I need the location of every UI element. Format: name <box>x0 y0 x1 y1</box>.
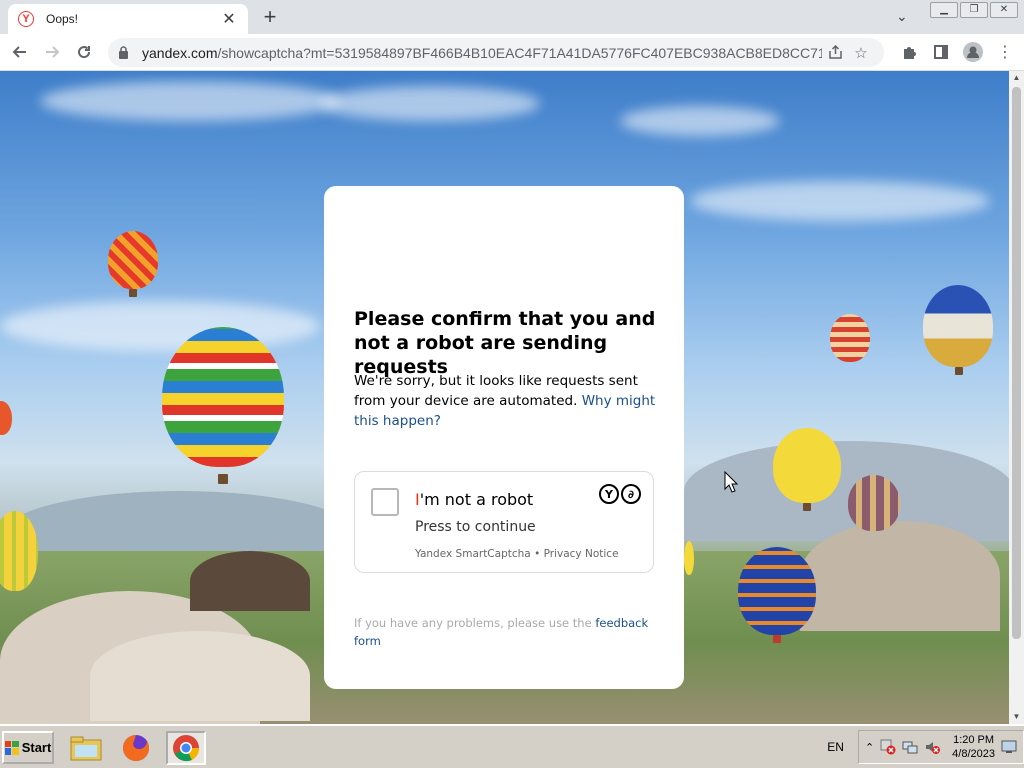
firefox-taskbar-icon[interactable] <box>116 731 156 765</box>
network-icon[interactable] <box>902 739 918 755</box>
close-window-button[interactable]: ✕ <box>990 2 1018 18</box>
windows-flag-icon <box>4 740 19 755</box>
tab-active[interactable]: Y Oops! ✕ <box>8 4 248 34</box>
page-viewport: Please confirm that you and not a robot … <box>0 71 1009 724</box>
footer-separator: • <box>534 548 541 560</box>
windows-taskbar: Start EN ⌃ 1:20 PM 4/8/2023 <box>0 724 1024 768</box>
yandex-smartcaptcha-logo-icon: Y ∂ <box>599 484 641 504</box>
mouse-cursor-icon <box>724 471 738 493</box>
system-tray: EN ⌃ 1:20 PM 4/8/2023 <box>827 726 1024 768</box>
captcha-heading: Please confirm that you and not a robot … <box>354 308 656 378</box>
tab-close-icon[interactable]: ✕ <box>220 9 238 29</box>
tab-strip: Y Oops! ✕ + ⌄ ▁ ❐ ✕ <box>0 0 1024 34</box>
notification-area: ⌃ 1:20 PM 4/8/2023 <box>857 730 1024 764</box>
side-panel-icon[interactable] <box>928 39 954 65</box>
language-indicator[interactable]: EN <box>827 740 844 754</box>
brand-text: Yandex SmartCaptcha <box>415 548 531 560</box>
volume-muted-icon[interactable] <box>924 739 941 755</box>
scrollbar-thumb[interactable] <box>1012 87 1021 639</box>
bookmark-star-icon[interactable]: ☆ <box>848 40 874 66</box>
clock[interactable]: 1:20 PM 4/8/2023 <box>952 733 995 761</box>
start-button[interactable]: Start <box>2 731 54 764</box>
url-text[interactable]: yandex.com/showcaptcha?mt=5319584897BF46… <box>142 45 822 61</box>
smartcaptcha-widget[interactable]: I'm not a robot Press to continue Y ∂ Yan… <box>354 471 654 573</box>
yandex-favicon-icon: Y <box>18 11 34 27</box>
captcha-footer: Yandex SmartCaptcha • Privacy Notice <box>415 548 619 560</box>
show-desktop-icon[interactable] <box>1001 739 1017 755</box>
problems-text: If you have any problems, please use the… <box>354 616 649 648</box>
tab-search-chevron-icon[interactable]: ⌄ <box>896 8 908 25</box>
lock-icon[interactable] <box>118 46 132 59</box>
security-warning-icon[interactable] <box>880 739 896 755</box>
file-explorer-taskbar-icon[interactable] <box>66 731 106 765</box>
share-icon[interactable] <box>822 40 848 66</box>
restore-button[interactable]: ❐ <box>960 2 988 18</box>
vertical-scrollbar[interactable]: ▲ ▼ <box>1009 71 1024 724</box>
address-bar[interactable]: yandex.com/showcaptcha?mt=5319584897BF46… <box>108 38 884 67</box>
scroll-up-arrow-icon[interactable]: ▲ <box>1009 71 1024 85</box>
show-hidden-icons-chevron-icon[interactable]: ⌃ <box>865 741 874 754</box>
forward-button[interactable] <box>36 36 68 68</box>
new-tab-button[interactable]: + <box>258 6 282 30</box>
privacy-notice-link[interactable]: Privacy Notice <box>544 548 619 560</box>
captcha-description: We're sorry, but it looks like requests … <box>354 373 656 429</box>
tab-title: Oops! <box>46 12 79 26</box>
extensions-puzzle-icon[interactable] <box>896 39 922 65</box>
captcha-card: Please confirm that you and not a robot … <box>324 186 684 689</box>
profile-avatar-icon[interactable] <box>960 39 986 65</box>
not-a-robot-checkbox[interactable] <box>371 488 399 516</box>
back-button[interactable] <box>4 36 36 68</box>
toolbar-right: ⋮ <box>896 36 1018 68</box>
clock-date: 4/8/2023 <box>952 748 995 760</box>
reload-button[interactable] <box>68 36 100 68</box>
browser-toolbar: yandex.com/showcaptcha?mt=5319584897BF46… <box>0 34 1024 71</box>
minimize-button[interactable]: ▁ <box>930 2 958 18</box>
window-controls: ▁ ❐ ✕ <box>930 2 1018 18</box>
press-to-continue-text: Press to continue <box>415 519 536 535</box>
chrome-taskbar-icon[interactable] <box>166 731 206 765</box>
scroll-down-arrow-icon[interactable]: ▼ <box>1009 710 1024 724</box>
not-a-robot-label[interactable]: I'm not a robot <box>415 490 533 509</box>
menu-kebab-icon[interactable]: ⋮ <box>992 39 1018 65</box>
clock-time: 1:20 PM <box>953 734 995 746</box>
